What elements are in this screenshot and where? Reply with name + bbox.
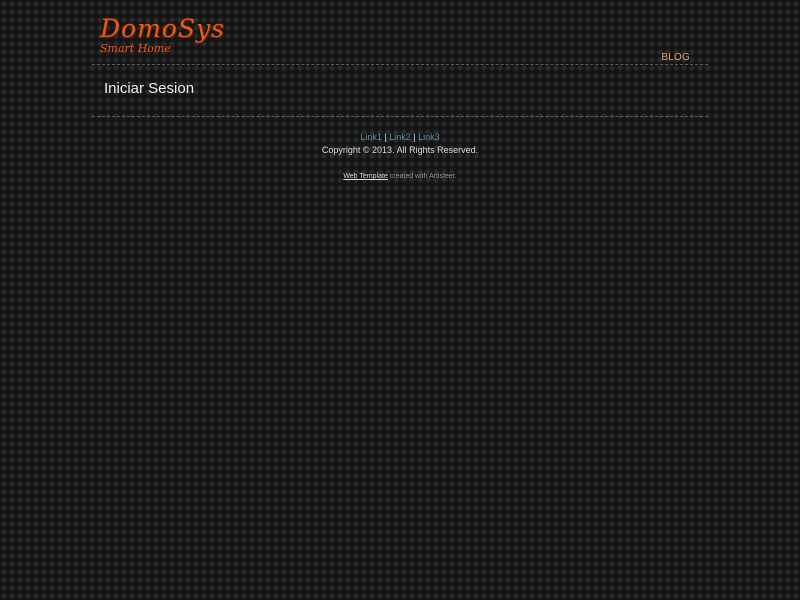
web-template-link[interactable]: Web Template xyxy=(343,173,388,180)
copyright-text: Copyright © 2013. All Rights Reserved. xyxy=(321,145,479,155)
main-nav: BLOG xyxy=(661,47,690,65)
template-credit: Web Template created with Artisteer. xyxy=(92,172,708,182)
nav-item-blog[interactable]: BLOG xyxy=(661,52,690,63)
footer-links: Link1 | Link2 | Link3 xyxy=(92,131,708,143)
footer: Link1 | Link2 | Link3 Copyright © 2013. … xyxy=(92,131,708,182)
footer-link-separator: | xyxy=(384,132,387,142)
footer-link-3[interactable]: Link3 xyxy=(418,132,440,142)
footer-link-2[interactable]: Link2 xyxy=(389,132,411,142)
header-divider xyxy=(92,64,708,65)
credit-text: created with Artisteer. xyxy=(389,173,457,180)
footer-link-1[interactable]: Link1 xyxy=(360,132,382,142)
page-container: DomoSys Smart Home BLOG Iniciar Sesion L… xyxy=(92,0,708,200)
page-title: Iniciar Sesion xyxy=(104,80,195,97)
content-divider xyxy=(92,116,708,117)
site-logo[interactable]: DomoSys Smart Home xyxy=(100,14,225,55)
footer-link-separator: | xyxy=(413,132,416,142)
logo-title: DomoSys xyxy=(100,14,225,43)
logo-subtitle: Smart Home xyxy=(100,42,171,55)
